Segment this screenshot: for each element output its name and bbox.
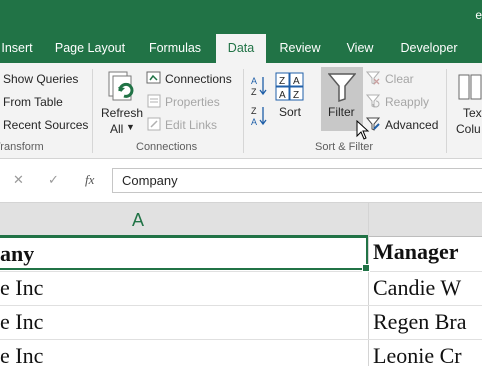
cell-a4[interactable]: e Inc bbox=[0, 343, 366, 369]
text-to-columns-icon bbox=[458, 74, 482, 100]
sort-az-icon[interactable]: A Z bbox=[250, 75, 268, 97]
svg-text:A: A bbox=[251, 117, 257, 127]
sort-za-icon[interactable]: Z A bbox=[250, 105, 268, 127]
row-divider bbox=[0, 271, 482, 272]
svg-text:A: A bbox=[279, 90, 286, 101]
reapply-button[interactable]: Reapply bbox=[385, 95, 429, 109]
formula-input[interactable]: Company bbox=[112, 168, 482, 193]
svg-text:A: A bbox=[293, 76, 300, 87]
sort-button[interactable]: Sort bbox=[279, 105, 301, 119]
refresh-all-icon bbox=[108, 71, 134, 101]
cell-a3[interactable]: e Inc bbox=[0, 309, 366, 335]
column-header-b[interactable] bbox=[369, 203, 482, 237]
tab-developer[interactable]: Developer bbox=[394, 34, 464, 63]
cell-b2[interactable]: Candie W bbox=[373, 275, 482, 301]
svg-text:Z: Z bbox=[293, 90, 299, 101]
recent-sources-button[interactable]: Recent Sources bbox=[3, 118, 88, 132]
tab-review[interactable]: Review bbox=[273, 34, 327, 63]
title-bar: e bbox=[0, 0, 482, 34]
ribbon: Show Queries From Table Recent Sources T… bbox=[0, 63, 482, 159]
sort-icon: Z A A Z bbox=[275, 72, 304, 101]
properties-button[interactable]: Properties bbox=[165, 95, 220, 109]
tab-data[interactable]: Data bbox=[216, 34, 266, 63]
svg-text:Z: Z bbox=[251, 106, 257, 116]
show-queries-button[interactable]: Show Queries bbox=[3, 72, 78, 86]
cell-b3[interactable]: Regen Bra bbox=[373, 309, 482, 335]
svg-text:Z: Z bbox=[251, 87, 257, 97]
get-transform-group-label: Transform bbox=[0, 141, 44, 153]
mouse-cursor-icon bbox=[356, 120, 370, 140]
reapply-icon bbox=[366, 94, 380, 108]
edit-links-icon bbox=[147, 117, 161, 131]
svg-text:Z: Z bbox=[279, 76, 285, 87]
row-divider bbox=[0, 305, 482, 306]
svg-text:A: A bbox=[251, 76, 257, 86]
refresh-all-button[interactable]: Refresh bbox=[101, 106, 143, 120]
from-table-button[interactable]: From Table bbox=[3, 95, 63, 109]
formula-bar: ✕ ✓ fx Company bbox=[0, 159, 482, 203]
tab-view[interactable]: View bbox=[337, 34, 383, 63]
filter-label: Filter bbox=[328, 105, 355, 119]
connections-group-label: Connections bbox=[136, 141, 198, 153]
cancel-icon[interactable]: ✕ bbox=[13, 172, 24, 188]
column-header-a[interactable]: A bbox=[0, 203, 368, 237]
tab-page-layout[interactable]: Page Layout bbox=[48, 34, 132, 63]
sort-filter-group-label: Sort & Filter bbox=[315, 141, 374, 153]
formula-value: Company bbox=[122, 173, 178, 188]
clear-button[interactable]: Clear bbox=[385, 72, 414, 86]
chevron-down-icon: ▼ bbox=[126, 122, 135, 132]
insert-function-icon[interactable]: fx bbox=[85, 172, 94, 188]
clear-filter-icon bbox=[366, 71, 380, 85]
tab-insert[interactable]: Insert bbox=[0, 34, 34, 63]
properties-icon bbox=[147, 94, 161, 108]
advanced-button[interactable]: Advanced bbox=[385, 118, 438, 132]
filter-icon bbox=[328, 73, 356, 102]
group-divider bbox=[243, 69, 244, 153]
text-to-columns-label-line2: Colu bbox=[456, 122, 481, 136]
connections-button[interactable]: Connections bbox=[165, 72, 232, 86]
cell-b4[interactable]: Leonie Cr bbox=[373, 343, 482, 369]
connections-icon bbox=[146, 71, 161, 84]
group-divider bbox=[92, 69, 93, 153]
row-divider bbox=[0, 339, 482, 340]
window-title: e bbox=[475, 8, 482, 22]
group-divider bbox=[446, 69, 447, 153]
enter-icon[interactable]: ✓ bbox=[48, 172, 59, 188]
edit-links-button[interactable]: Edit Links bbox=[165, 118, 217, 132]
cell-a1: any bbox=[0, 241, 35, 266]
selected-cell[interactable]: any bbox=[0, 236, 370, 272]
cell-b1[interactable]: Manager bbox=[373, 239, 482, 265]
column-header-label: A bbox=[132, 210, 145, 230]
cell-a2[interactable]: e Inc bbox=[0, 275, 366, 301]
text-to-columns-button[interactable]: Text bbox=[463, 106, 482, 120]
tab-formulas[interactable]: Formulas bbox=[143, 34, 207, 63]
column-divider bbox=[368, 203, 369, 366]
refresh-all-label-line2: All bbox=[110, 122, 124, 136]
fill-handle[interactable] bbox=[362, 264, 370, 272]
ribbon-tabs: Insert Page Layout Formulas Data Review … bbox=[0, 34, 482, 63]
